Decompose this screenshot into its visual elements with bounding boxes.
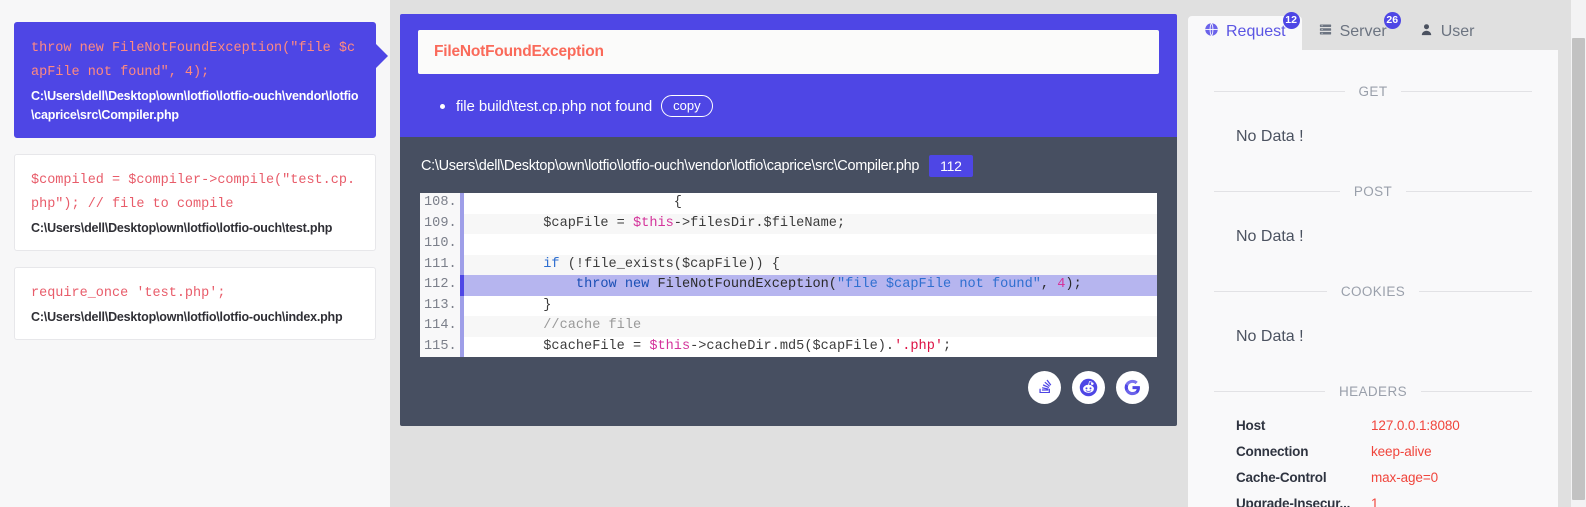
- section-label-cookies: COOKIES: [1326, 283, 1420, 299]
- exception-detail-panel: FileNotFoundException file build\test.cp…: [390, 0, 1177, 507]
- post-empty-state: No Data !: [1236, 228, 1304, 245]
- header-key: Host: [1236, 418, 1266, 433]
- header-key: Connection: [1236, 444, 1309, 459]
- header-value: max-age=0: [1371, 470, 1439, 485]
- stack-frame-item[interactable]: $compiled = $compiler->compile("test.cp.…: [14, 154, 376, 251]
- social-links-row: [420, 357, 1157, 410]
- stackoverflow-icon[interactable]: [1028, 371, 1061, 404]
- scrollbar-thumb[interactable]: [1572, 38, 1585, 500]
- code-line: 111. if (!file_exists($capFile)) {: [420, 254, 1157, 275]
- exception-header: FileNotFoundException file build\test.cp…: [400, 14, 1177, 137]
- copy-button[interactable]: copy: [661, 95, 713, 117]
- stack-frame-path: C:\Users\dell\Desktop\own\lotfio\lotfio-…: [31, 221, 333, 235]
- header-row: Connection keep-alive: [1236, 444, 1532, 459]
- line-number: 114.: [420, 316, 464, 337]
- stack-frames-panel: throw new FileNotFoundException("file $c…: [0, 0, 390, 507]
- header-row: Cache-Control max-age=0: [1236, 470, 1532, 485]
- stack-frame-item[interactable]: throw new FileNotFoundException("file $c…: [14, 22, 388, 138]
- code-line-highlighted: 112. throw new FileNotFoundException("fi…: [420, 275, 1157, 296]
- section-divider-get: GET: [1214, 80, 1532, 102]
- reddit-icon[interactable]: [1072, 371, 1105, 404]
- exception-type-title: FileNotFoundException: [434, 43, 604, 60]
- request-info-panel: Request 12 Server 26 User GET No Data ! …: [1170, 0, 1586, 507]
- tab-bar: Request 12 Server 26 User: [1170, 12, 1586, 50]
- request-tab-content: GET No Data ! POST No Data ! COOKIES No …: [1188, 50, 1558, 507]
- header-key: Upgrade-Insecur...: [1236, 496, 1351, 507]
- section-label-get: GET: [1344, 83, 1402, 99]
- stack-frame-path: C:\Users\dell\Desktop\own\lotfio\lotfio-…: [31, 89, 359, 122]
- header-row: Host 127.0.0.1:8080: [1236, 418, 1532, 433]
- exception-title-box: FileNotFoundException: [418, 30, 1159, 74]
- code-line: 115. $cacheFile = $this->cacheDir.md5($c…: [420, 336, 1157, 357]
- stack-frame-path: C:\Users\dell\Desktop\own\lotfio\lotfio-…: [31, 310, 343, 324]
- source-code-section: C:\Users\dell\Desktop\own\lotfio\lotfio-…: [400, 137, 1177, 426]
- tab-server[interactable]: Server 26: [1302, 12, 1403, 50]
- exception-message: file build\test.cp.php not found: [456, 97, 653, 115]
- line-content: $cacheFile = $this->cacheDir.md5($capFil…: [478, 338, 952, 354]
- header-value: 127.0.0.1:8080: [1371, 418, 1460, 433]
- code-block: 108. { 109. $capFile = $this->filesDir.$…: [420, 193, 1157, 357]
- stack-frame-item[interactable]: require_once 'test.php'; C:\Users\dell\D…: [14, 267, 376, 340]
- section-label-headers: HEADERS: [1324, 383, 1422, 399]
- line-number: 111.: [420, 254, 464, 275]
- exception-message-row: file build\test.cp.php not found copy: [418, 95, 1159, 117]
- stack-frame-code: throw new FileNotFoundException("file $c…: [31, 41, 356, 80]
- line-number: 115.: [420, 336, 464, 357]
- tab-user[interactable]: User: [1403, 16, 1491, 50]
- code-line: 109. $capFile = $this->filesDir.$fileNam…: [420, 213, 1157, 234]
- line-number: 110.: [420, 234, 464, 255]
- line-number: 112.: [420, 275, 464, 296]
- line-content: throw new FileNotFoundException("file $c…: [575, 277, 1082, 292]
- line-content: $capFile = $this->filesDir.$fileName;: [478, 215, 846, 231]
- line-content: }: [478, 297, 552, 313]
- section-divider-cookies: COOKIES: [1214, 280, 1532, 302]
- code-line: 110.: [420, 234, 1157, 255]
- section-divider-headers: HEADERS: [1214, 380, 1532, 402]
- stack-frame-code: $compiled = $compiler->compile("test.cp.…: [31, 173, 356, 212]
- user-icon: [1419, 22, 1434, 42]
- tab-request-label: Request: [1226, 23, 1286, 40]
- section-divider-post: POST: [1214, 180, 1532, 202]
- code-line: 114. //cache file: [420, 316, 1157, 337]
- source-file-path: C:\Users\dell\Desktop\own\lotfio\lotfio-…: [421, 158, 920, 174]
- cookies-empty-state: No Data !: [1236, 328, 1304, 345]
- tab-server-label: Server: [1339, 23, 1387, 40]
- line-number: 113.: [420, 295, 464, 316]
- page-scrollbar[interactable]: [1571, 0, 1586, 507]
- tab-server-badge: 26: [1383, 12, 1401, 29]
- headers-table: Host 127.0.0.1:8080 Connection keep-aliv…: [1214, 418, 1532, 507]
- google-icon[interactable]: [1116, 371, 1149, 404]
- ouch-error-page: throw new FileNotFoundException("file $c…: [0, 0, 1586, 507]
- tab-request-badge: 12: [1282, 12, 1300, 29]
- line-content: //cache file: [543, 318, 642, 333]
- tab-user-label: User: [1440, 23, 1475, 40]
- stack-frame-code: require_once 'test.php';: [31, 286, 226, 301]
- header-row: Upgrade-Insecur... 1: [1236, 496, 1532, 507]
- line-number: 108.: [420, 193, 464, 214]
- line-content: if (!file_exists($capFile)) {: [543, 256, 780, 272]
- globe-icon: [1204, 22, 1219, 42]
- header-key: Cache-Control: [1236, 470, 1327, 485]
- tab-request[interactable]: Request 12: [1188, 12, 1302, 50]
- code-line: 113. }: [420, 295, 1157, 316]
- line-content: [464, 234, 486, 255]
- line-content: {: [478, 195, 682, 210]
- header-value: 1: [1371, 496, 1379, 507]
- section-label-post: POST: [1339, 183, 1407, 199]
- get-empty-state: No Data !: [1236, 128, 1304, 145]
- line-number: 109.: [420, 213, 464, 234]
- code-line: 108. {: [420, 193, 1157, 214]
- header-value: keep-alive: [1371, 444, 1432, 459]
- source-file-path-row: C:\Users\dell\Desktop\own\lotfio\lotfio-…: [420, 155, 1157, 177]
- bullet-icon: [440, 103, 445, 109]
- line-number-badge: 112: [929, 155, 973, 177]
- server-icon: [1318, 22, 1333, 42]
